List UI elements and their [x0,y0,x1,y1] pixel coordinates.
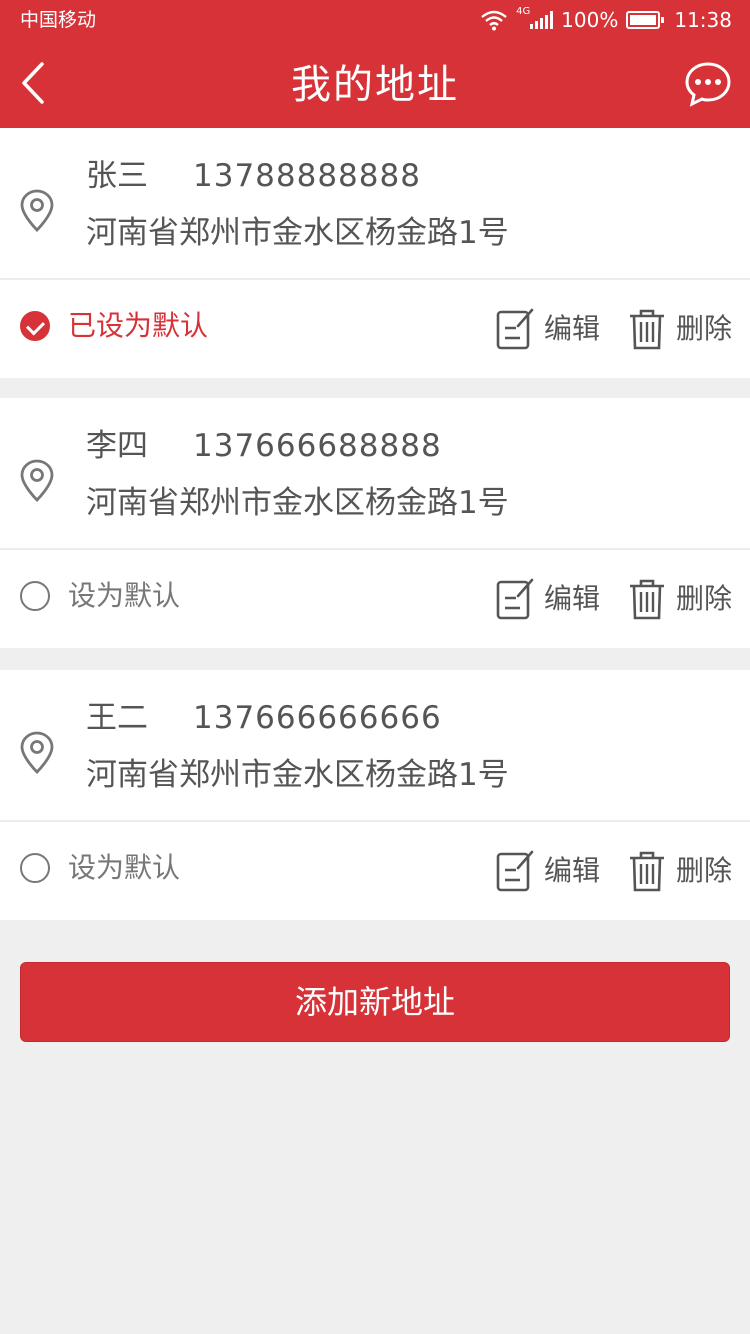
trash-icon [630,309,664,350]
delete-label: 删除 [676,312,733,345]
address-info[interactable]: 李四 137666688888 河南省郑州市金水区杨金路1号 [0,398,750,548]
delete-button[interactable]: 删除 [628,306,732,352]
set-default-toggle[interactable]: 已设为默认 [20,306,208,346]
trash-icon [630,579,664,620]
edit-label: 编辑 [544,312,601,345]
status-icons: 4G 100% 11:38 [480,0,732,40]
address-info[interactable]: 王二 137666666666 河南省郑州市金水区杨金路1号 [0,670,750,820]
address-card: 王二 137666666666 河南省郑州市金水区杨金路1号 设为默认 编辑 删… [0,670,750,920]
edit-label: 编辑 [544,582,601,615]
recipient-phone: 13788888888 [193,158,421,194]
recipient-name: 李四 [86,428,148,464]
wifi-icon [481,10,507,31]
edit-button[interactable]: 编辑 [496,576,600,622]
edit-label: 编辑 [544,854,601,887]
delete-label: 删除 [676,582,733,615]
page-title: 我的地址 [291,62,459,108]
default-label: 设为默认 [68,579,181,612]
recipient-name: 张三 [86,158,148,194]
edit-icon [496,578,534,620]
address-card: 李四 137666688888 河南省郑州市金水区杨金路1号 设为默认 编辑 删… [0,398,750,648]
recipient-name: 王二 [86,700,148,736]
delete-label: 删除 [676,854,733,887]
clock: 11:38 [674,8,732,32]
app-header: 中国移动 4G 100% 11:38 我的地址 [0,0,750,128]
checked-radio-icon[interactable] [20,311,50,341]
delete-button[interactable]: 删除 [628,848,732,894]
address-card: 张三 13788888888 河南省郑州市金水区杨金路1号 已设为默认 编辑 删… [0,128,750,378]
edit-icon [496,308,534,350]
signal-icon: 4G [516,7,554,29]
message-icon[interactable] [684,60,732,108]
recipient-phone: 137666666666 [193,700,442,736]
status-bar: 中国移动 4G 100% 11:38 [0,0,750,40]
add-address-button[interactable]: 添加新地址 [20,962,730,1042]
delete-button[interactable]: 删除 [628,576,732,622]
carrier-label: 中国移动 [20,9,97,31]
recipient-address: 河南省郑州市金水区杨金路1号 [86,485,509,521]
radio-icon[interactable] [20,581,50,611]
set-default-toggle[interactable]: 设为默认 [20,576,180,616]
location-pin-icon [20,731,54,774]
network-label: 4G [516,6,531,17]
battery-icon [626,11,665,29]
location-pin-icon [20,459,54,502]
recipient-phone: 137666688888 [193,428,442,464]
battery-percent: 100% [561,8,619,32]
edit-icon [496,850,534,892]
divider [0,548,750,550]
trash-icon [630,851,664,892]
recipient-address: 河南省郑州市金水区杨金路1号 [86,757,509,793]
divider [0,820,750,822]
address-info[interactable]: 张三 13788888888 河南省郑州市金水区杨金路1号 [0,128,750,278]
divider [0,278,750,280]
radio-icon[interactable] [20,853,50,883]
default-label: 已设为默认 [68,309,209,342]
set-default-toggle[interactable]: 设为默认 [20,848,180,888]
recipient-address: 河南省郑州市金水区杨金路1号 [86,215,509,251]
edit-button[interactable]: 编辑 [496,306,600,352]
default-label: 设为默认 [68,851,181,884]
edit-button[interactable]: 编辑 [496,848,600,894]
location-pin-icon [20,189,54,232]
